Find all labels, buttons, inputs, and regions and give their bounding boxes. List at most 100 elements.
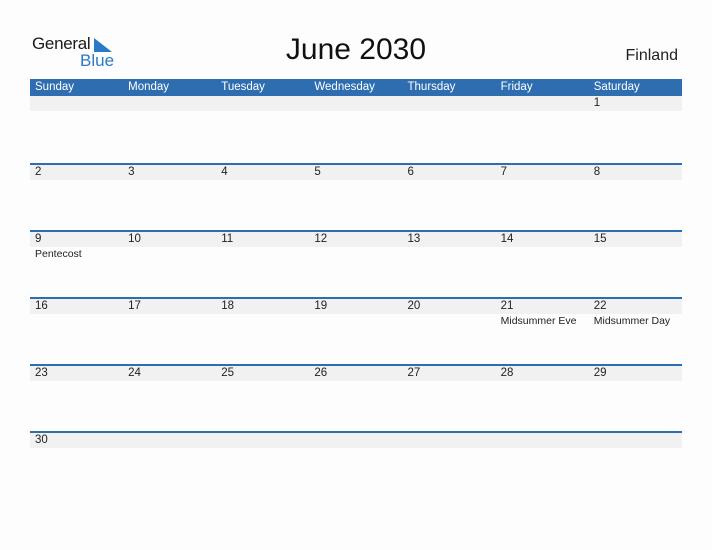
day-cell: 29 bbox=[589, 366, 682, 381]
day-cell: 17 bbox=[123, 299, 216, 328]
holiday-label: Midsummer Day bbox=[593, 315, 671, 327]
day-number: 20 bbox=[407, 300, 421, 312]
day-number: 30 bbox=[35, 434, 48, 446]
day-cell: 26 bbox=[309, 366, 402, 381]
day-number: 25 bbox=[221, 367, 235, 379]
weekday-header: Sunday Monday Tuesday Wednesday Thursday… bbox=[30, 79, 682, 96]
week-cells: 30 bbox=[30, 433, 682, 448]
weekday-saturday: Saturday bbox=[593, 81, 640, 93]
day-number: 29 bbox=[593, 367, 607, 379]
day-cell: 19 bbox=[309, 299, 402, 328]
day-cell bbox=[309, 433, 402, 448]
weekday-sunday: Sunday bbox=[35, 81, 75, 93]
day-cell: 10 bbox=[123, 232, 216, 261]
day-number bbox=[221, 96, 309, 111]
day-number bbox=[35, 96, 123, 111]
day-cell: 15 bbox=[589, 232, 682, 261]
day-cell: 30 bbox=[30, 433, 123, 448]
day-cell bbox=[589, 433, 682, 448]
day-cell bbox=[496, 96, 589, 111]
week-row: 9 Pentecost 10 11 12 13 14 15 bbox=[30, 230, 682, 297]
week-cells: 23 24 25 26 27 28 29 bbox=[30, 366, 682, 381]
day-cell: 5 bbox=[309, 165, 402, 180]
day-number: 3 bbox=[128, 166, 135, 178]
day-number: 16 bbox=[35, 300, 48, 312]
day-number: 17 bbox=[128, 300, 141, 312]
day-cell: 24 bbox=[123, 366, 216, 381]
week-row: 1 bbox=[30, 96, 682, 163]
day-number: 8 bbox=[593, 166, 601, 178]
day-cell bbox=[123, 433, 216, 448]
day-cell bbox=[309, 96, 402, 111]
day-cell: 4 bbox=[216, 165, 309, 180]
day-number bbox=[501, 433, 589, 448]
day-number: 23 bbox=[35, 367, 48, 379]
holiday-label: Pentecost bbox=[35, 248, 82, 260]
day-number: 24 bbox=[128, 367, 141, 379]
day-cell: 21 Midsummer Eve bbox=[496, 299, 589, 328]
day-cell: 18 bbox=[216, 299, 309, 328]
weekday-monday: Monday bbox=[128, 81, 170, 93]
day-number: 28 bbox=[500, 367, 514, 379]
day-number: 1 bbox=[593, 97, 601, 109]
day-number: 9 bbox=[35, 233, 42, 245]
day-number: 4 bbox=[221, 166, 228, 178]
week-cells: 2 3 4 5 6 7 8 bbox=[30, 165, 682, 180]
weekday-wednesday: Wednesday bbox=[314, 81, 375, 93]
day-number: 27 bbox=[407, 367, 421, 379]
day-cell: 3 bbox=[123, 165, 216, 180]
day-cell bbox=[216, 433, 309, 448]
day-cell: 8 bbox=[589, 165, 682, 180]
country-label: Finland bbox=[625, 47, 678, 64]
day-number bbox=[594, 433, 682, 448]
day-cell: 20 bbox=[403, 299, 496, 328]
day-cell: 12 bbox=[309, 232, 402, 261]
day-number bbox=[408, 96, 496, 111]
week-row: 23 24 25 26 27 28 29 bbox=[30, 364, 682, 431]
week-cells: 9 Pentecost 10 11 12 13 14 15 bbox=[30, 232, 682, 261]
calendar: Sunday Monday Tuesday Wednesday Thursday… bbox=[30, 79, 682, 498]
week-row: 30 bbox=[30, 431, 682, 498]
weekday-tuesday: Tuesday bbox=[221, 81, 265, 93]
day-number bbox=[128, 433, 216, 448]
day-cell bbox=[123, 96, 216, 111]
day-number: 18 bbox=[221, 300, 235, 312]
holiday-label: Midsummer Eve bbox=[500, 315, 577, 327]
day-number: 2 bbox=[35, 166, 42, 178]
day-cell: 16 bbox=[30, 299, 123, 328]
day-cell bbox=[216, 96, 309, 111]
day-number: 6 bbox=[407, 166, 414, 178]
day-cell: 14 bbox=[496, 232, 589, 261]
day-cell bbox=[30, 96, 123, 111]
day-cell bbox=[403, 96, 496, 111]
day-cell: 2 bbox=[30, 165, 123, 180]
day-cell: 1 bbox=[589, 96, 682, 111]
day-number bbox=[314, 433, 402, 448]
day-number: 14 bbox=[500, 233, 514, 245]
week-cells: 1 bbox=[30, 96, 682, 111]
day-number: 22 bbox=[593, 300, 607, 312]
week-row: 16 17 18 19 20 21 Midsummer Eve 22 Midsummer Day bbox=[30, 297, 682, 364]
day-number: 10 bbox=[128, 233, 141, 245]
week-cells: 16 17 18 19 20 21 Midsummer Eve 22 Midsummer Day bbox=[30, 299, 682, 328]
day-number bbox=[314, 96, 402, 111]
day-number bbox=[128, 96, 216, 111]
day-number: 5 bbox=[314, 166, 321, 178]
weeks: 1 2 3 4 5 6 7 8 9 Pentecost 10 11 12 13 14 15 16 17 18 19 20… bbox=[30, 96, 682, 498]
day-number: 11 bbox=[221, 233, 234, 245]
day-number: 19 bbox=[314, 300, 328, 312]
day-number: 21 bbox=[500, 300, 514, 312]
day-cell bbox=[403, 433, 496, 448]
day-number bbox=[501, 96, 589, 111]
day-cell: 9 Pentecost bbox=[30, 232, 123, 261]
day-cell: 28 bbox=[496, 366, 589, 381]
day-number: 12 bbox=[314, 233, 328, 245]
day-number: 13 bbox=[407, 233, 421, 245]
weekday-friday: Friday bbox=[500, 81, 533, 93]
day-cell: 7 bbox=[496, 165, 589, 180]
day-number: 15 bbox=[593, 233, 607, 245]
day-number: 7 bbox=[500, 166, 508, 178]
day-cell bbox=[496, 433, 589, 448]
day-cell: 23 bbox=[30, 366, 123, 381]
day-number bbox=[408, 433, 496, 448]
